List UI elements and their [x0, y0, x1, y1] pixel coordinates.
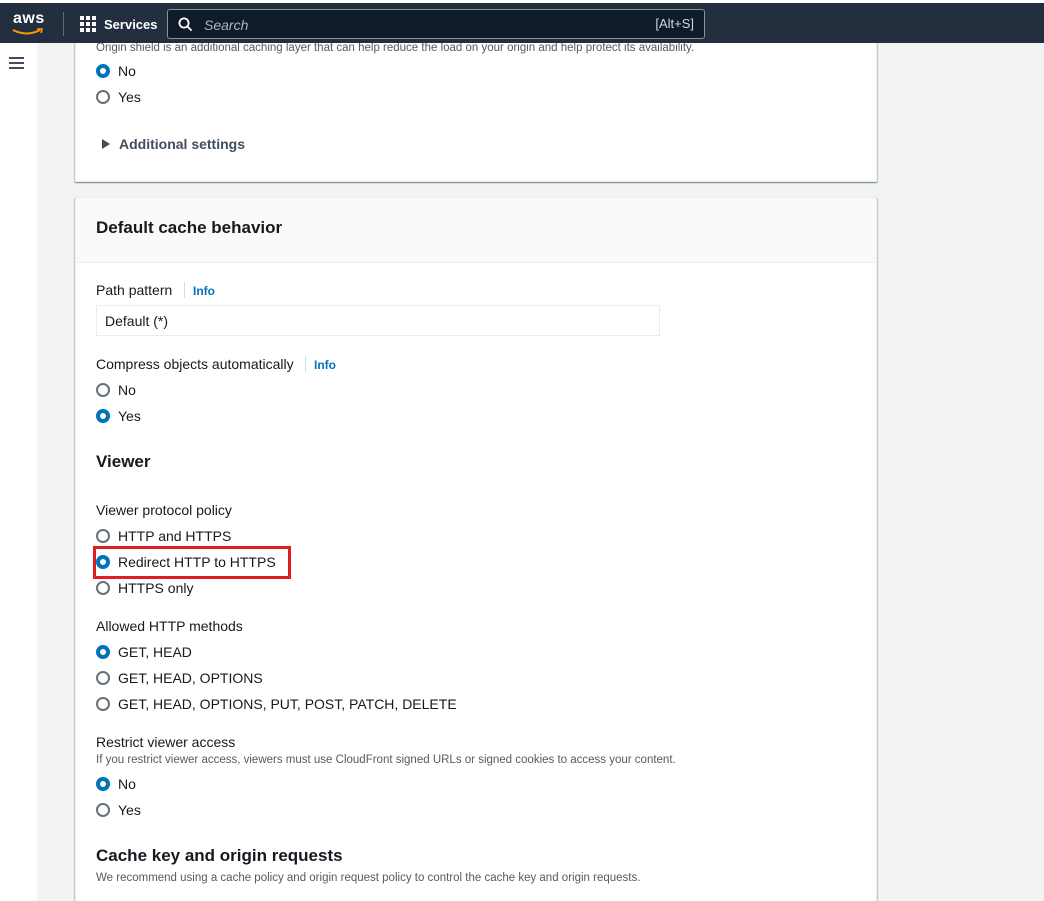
protocol-redirect-to-https-radio[interactable]: Redirect HTTP to HTTPS: [96, 554, 276, 570]
search-box[interactable]: [Alt+S]: [167, 9, 705, 39]
main-content: Origin shield is an additional caching l…: [37, 43, 1044, 901]
radio-selected-icon: [96, 777, 110, 791]
aws-logo[interactable]: aws: [12, 10, 46, 37]
compress-info-link[interactable]: Info: [314, 358, 336, 372]
radio-unselected-icon: [96, 671, 110, 685]
protocol-http-and-https-radio[interactable]: HTTP and HTTPS: [96, 528, 231, 544]
menu-icon[interactable]: [9, 57, 24, 69]
origin-panel: Origin shield is an additional caching l…: [75, 43, 877, 182]
smile-icon: [12, 28, 44, 35]
left-rail: [0, 43, 38, 901]
default-cache-behavior-panel: Default cache behavior Path pattern Info…: [75, 197, 877, 901]
radio-unselected-icon: [96, 90, 110, 104]
path-pattern-field[interactable]: [96, 305, 660, 336]
restrict-viewer-access-label: Restrict viewer access: [96, 734, 236, 750]
methods-all-radio[interactable]: GET, HEAD, OPTIONS, PUT, POST, PATCH, DE…: [96, 696, 457, 712]
radio-unselected-icon: [96, 803, 110, 817]
origin-shield-no-radio[interactable]: No: [96, 63, 136, 79]
top-navigation: aws Services [Alt+S]: [0, 0, 1044, 43]
restrict-yes-radio[interactable]: Yes: [96, 802, 141, 818]
viewer-protocol-policy-label: Viewer protocol policy: [96, 502, 232, 518]
services-label: Services: [104, 16, 158, 32]
protocol-https-only-radio[interactable]: HTTPS only: [96, 580, 193, 596]
search-icon: [178, 17, 193, 32]
origin-shield-yes-radio[interactable]: Yes: [96, 89, 141, 105]
info-separator: [305, 356, 306, 372]
radio-unselected-icon: [96, 581, 110, 595]
radio-selected-icon: [96, 645, 110, 659]
radio-selected-icon: [96, 409, 110, 423]
panel-title: Default cache behavior: [96, 218, 283, 237]
radio-unselected-icon: [96, 529, 110, 543]
restrict-viewer-access-description: If you restrict viewer access, viewers m…: [96, 754, 676, 766]
origin-shield-description: Origin shield is an additional caching l…: [96, 43, 695, 54]
compress-label: Compress objects automatically: [96, 356, 294, 372]
info-separator: [184, 282, 185, 298]
grid-icon: [80, 16, 96, 32]
cache-key-description: We recommend using a cache policy and or…: [96, 872, 641, 884]
path-pattern-label: Path pattern: [96, 282, 173, 298]
restrict-no-radio[interactable]: No: [96, 776, 136, 792]
compress-no-radio[interactable]: No: [96, 382, 136, 398]
radio-unselected-icon: [96, 697, 110, 711]
search-shortcut: [Alt+S]: [655, 16, 694, 31]
caret-right-icon: [102, 139, 110, 149]
logo-text: aws: [13, 10, 45, 27]
cache-key-heading: Cache key and origin requests: [96, 846, 343, 865]
methods-get-head-options-radio[interactable]: GET, HEAD, OPTIONS: [96, 670, 263, 686]
compress-yes-radio[interactable]: Yes: [96, 408, 141, 424]
radio-selected-icon: [96, 555, 110, 569]
services-menu-button[interactable]: Services: [80, 13, 158, 35]
radio-selected-icon: [96, 64, 110, 78]
additional-settings-expander[interactable]: Additional settings: [102, 136, 245, 152]
allowed-methods-label: Allowed HTTP methods: [96, 618, 243, 634]
search-input[interactable]: [202, 14, 606, 36]
path-pattern-info-link[interactable]: Info: [193, 284, 215, 298]
nav-divider: [63, 12, 64, 36]
methods-get-head-radio[interactable]: GET, HEAD: [96, 644, 192, 660]
panel-header: Default cache behavior: [76, 198, 876, 263]
radio-unselected-icon: [96, 383, 110, 397]
viewer-heading: Viewer: [96, 452, 151, 471]
